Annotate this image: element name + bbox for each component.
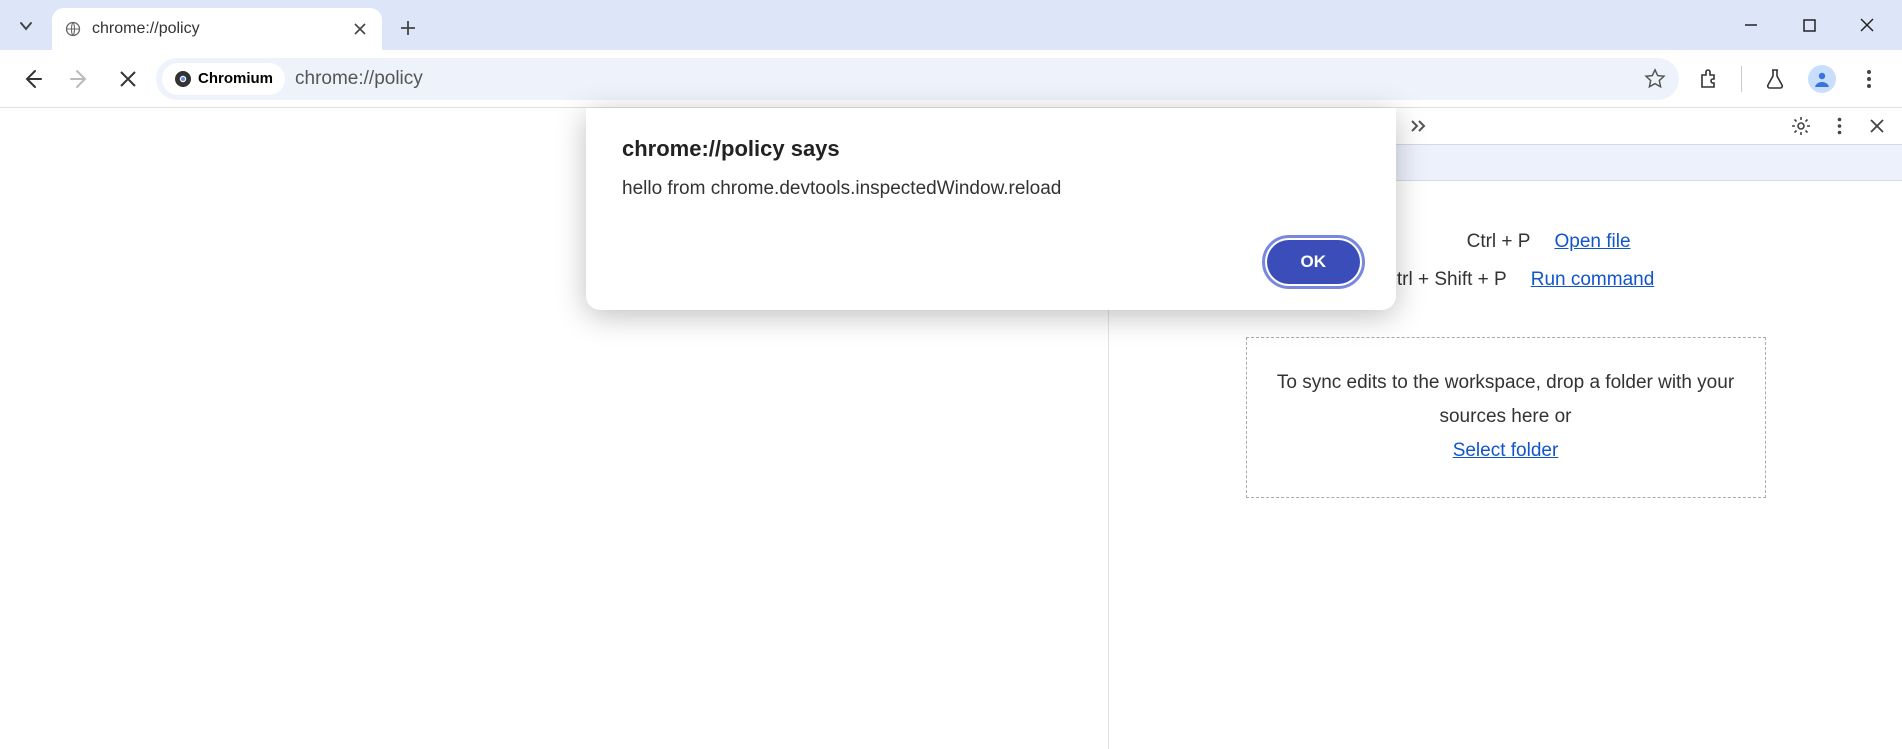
chromium-chip[interactable]: Chromium	[162, 63, 285, 95]
arrow-right-icon	[69, 68, 91, 90]
close-window-button[interactable]	[1852, 10, 1882, 40]
dialog-ok-button[interactable]: OK	[1267, 240, 1361, 284]
arrow-left-icon	[21, 68, 43, 90]
dropzone-text: To sync edits to the workspace, drop a f…	[1277, 372, 1734, 427]
kbd-open-file: Ctrl + P	[1380, 231, 1530, 253]
browser-toolbar: Chromium chrome://policy	[0, 50, 1902, 108]
address-bar[interactable]: Chromium chrome://policy	[156, 58, 1679, 100]
url-text: chrome://policy	[295, 68, 1629, 90]
javascript-alert-dialog: chrome://policy says hello from chrome.d…	[586, 108, 1396, 310]
close-icon	[354, 23, 366, 35]
close-icon	[119, 70, 137, 88]
close-icon	[1860, 18, 1874, 32]
extensions-button[interactable]	[1693, 64, 1723, 94]
tab-title: chrome://policy	[92, 20, 340, 38]
search-tabs-button[interactable]	[8, 8, 44, 44]
browser-menu-button[interactable]	[1854, 64, 1884, 94]
back-button[interactable]	[12, 59, 52, 99]
chip-label: Chromium	[198, 70, 273, 87]
profile-button[interactable]	[1808, 65, 1836, 93]
labs-button[interactable]	[1760, 64, 1790, 94]
workspace-dropzone[interactable]: To sync edits to the workspace, drop a f…	[1246, 337, 1766, 498]
devtools-close-button[interactable]	[1862, 111, 1892, 141]
select-folder-link[interactable]: Select folder	[1453, 440, 1559, 461]
puzzle-icon	[1698, 69, 1718, 89]
chevron-double-right-icon	[1410, 119, 1428, 133]
open-file-link[interactable]: Open file	[1554, 231, 1630, 253]
flask-icon	[1765, 68, 1785, 90]
dialog-title: chrome://policy says	[622, 136, 1360, 162]
more-tabs-button[interactable]	[1404, 111, 1434, 141]
plus-icon	[400, 20, 416, 36]
close-tab-button[interactable]	[350, 19, 370, 39]
run-command-link[interactable]: Run command	[1531, 269, 1655, 291]
close-icon	[1870, 119, 1884, 133]
devtools-menu-button[interactable]	[1824, 111, 1854, 141]
chromium-logo-icon	[174, 70, 192, 88]
toolbar-actions	[1687, 64, 1890, 94]
chevron-down-icon	[18, 18, 34, 34]
stop-reload-button[interactable]	[108, 59, 148, 99]
tab-strip: chrome://policy	[0, 0, 1902, 50]
gear-icon	[1791, 116, 1811, 136]
minimize-button[interactable]	[1736, 10, 1766, 40]
star-icon	[1644, 68, 1666, 90]
divider	[1741, 66, 1742, 92]
new-tab-button[interactable]	[390, 10, 426, 46]
window-controls	[1736, 0, 1902, 50]
forward-button	[60, 59, 100, 99]
shortcut-open-file: Ctrl + P Open file	[1380, 231, 1630, 253]
globe-icon	[64, 20, 82, 38]
browser-tab[interactable]: chrome://policy	[52, 8, 382, 50]
maximize-icon	[1803, 19, 1816, 32]
kebab-icon	[1837, 117, 1842, 135]
devtools-settings-button[interactable]	[1786, 111, 1816, 141]
kebab-icon	[1866, 69, 1872, 89]
minimize-icon	[1744, 18, 1758, 32]
maximize-button[interactable]	[1794, 10, 1824, 40]
bookmark-button[interactable]	[1639, 64, 1671, 94]
shortcut-run-command: Ctrl + Shift + P Run command	[1357, 269, 1655, 291]
dialog-message: hello from chrome.devtools.inspectedWind…	[622, 178, 1360, 200]
person-icon	[1813, 70, 1831, 88]
